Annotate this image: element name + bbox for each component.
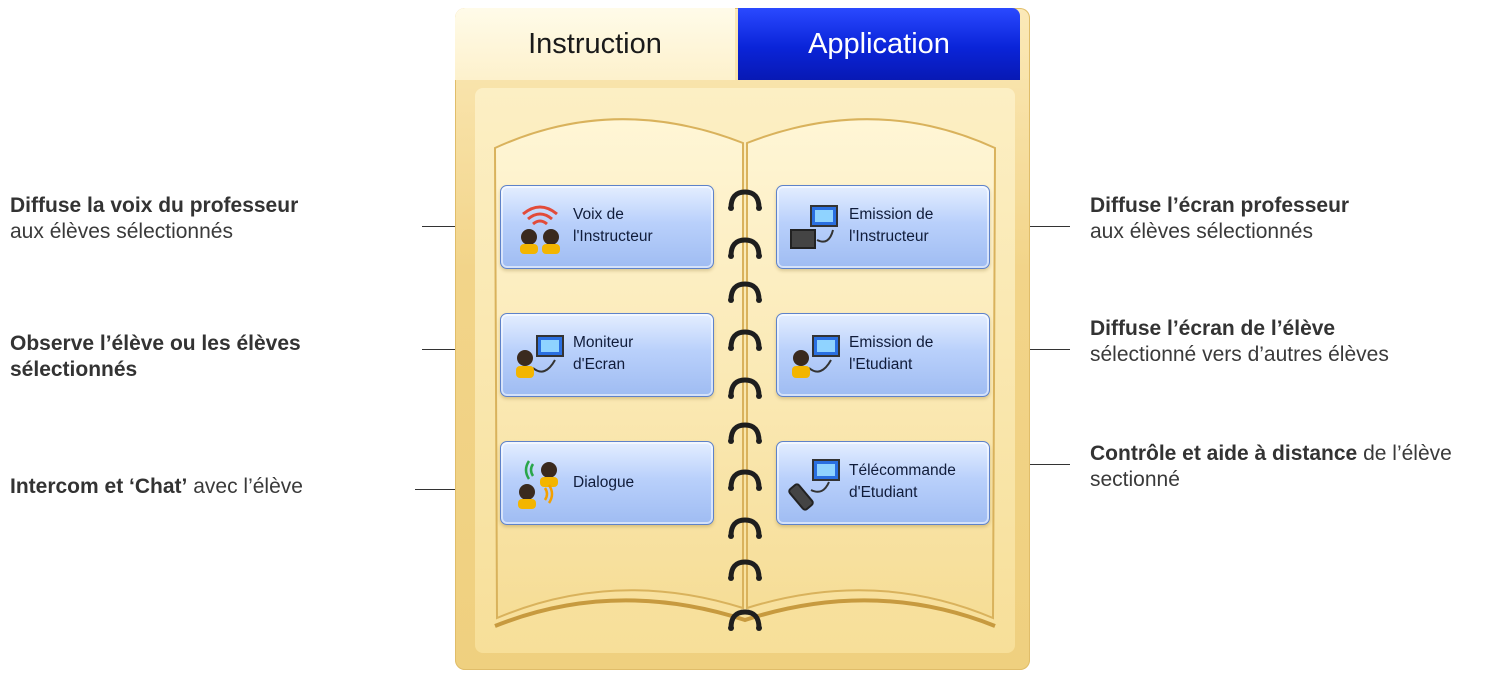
moniteur-ecran-button[interactable]: Moniteur d'Ecran	[500, 313, 714, 397]
student-screen-broadcast-icon	[792, 335, 840, 378]
note-screen-broadcast-title: Diffuse l’écran professeur	[1090, 194, 1350, 217]
note-voice-title: Diffuse la voix du professeur	[10, 194, 299, 217]
note-student-broadcast-desc: sélectionné vers d’autres élèves	[1090, 343, 1389, 366]
emission-etudiant-label: Emission de l'Etudiant	[849, 334, 934, 373]
note-voice-desc: aux élèves sélectionnés	[10, 220, 233, 243]
dialogue-icon	[518, 460, 558, 509]
telecommande-etudiant-label: Télécommande d'Etudiant	[849, 462, 956, 501]
note-dialogue-desc: avec l’élève	[187, 475, 303, 498]
dialogue-label: Dialogue	[573, 474, 635, 491]
telecommande-etudiant-button[interactable]: Télécommande d'Etudiant	[776, 441, 990, 525]
tab-application[interactable]: Application	[738, 8, 1020, 80]
note-monitor-title: Observe l’élève ou les élèves sélectionn…	[10, 332, 301, 381]
moniteur-ecran-label: Moniteur d'Ecran	[573, 334, 634, 373]
instruction-panel: Instruction Application Voix de l'Instru…	[455, 8, 1030, 670]
teacher-voice-icon	[520, 205, 560, 254]
spiral-ring	[725, 376, 765, 400]
spiral-ring	[725, 558, 765, 582]
emission-etudiant-button[interactable]: Emission de l'Etudiant	[776, 313, 990, 397]
note-monitor: Observe l’élève ou les élèves sélectionn…	[10, 331, 410, 383]
note-dialogue-title: Intercom et ‘Chat’	[10, 475, 188, 498]
spiral-ring	[725, 280, 765, 304]
emission-instructeur-button[interactable]: Emission de l'Instructeur	[776, 185, 990, 269]
note-remote-control-title: Contrôle et aide à distance	[1090, 442, 1358, 465]
spiral-ring	[725, 188, 765, 212]
note-voice: Diffuse la voix du professeur aux élèves…	[10, 193, 310, 245]
tab-instruction[interactable]: Instruction	[455, 8, 735, 80]
note-remote-control: Contrôle et aide à distance de l’élève s…	[1090, 441, 1470, 493]
teacher-screen-broadcast-icon	[790, 205, 838, 249]
note-screen-broadcast-desc: aux élèves sélectionnés	[1090, 220, 1313, 243]
spiral-ring	[725, 516, 765, 540]
note-student-broadcast-title: Diffuse l’écran de l’élève	[1090, 317, 1336, 340]
screen-monitor-icon	[516, 335, 564, 378]
emission-instructeur-label: Emission de l'Instructeur	[849, 206, 934, 245]
spiral-book: Voix de l'Instructeur Moniteur d'Ecran D…	[475, 88, 1015, 653]
note-dialogue: Intercom et ‘Chat’ avec l’élève	[10, 474, 410, 500]
voix-instructeur-button[interactable]: Voix de l'Instructeur	[500, 185, 714, 269]
remote-control-icon	[788, 459, 840, 511]
spiral-ring	[725, 236, 765, 260]
note-screen-broadcast: Diffuse l’écran professeur aux élèves sé…	[1090, 193, 1480, 245]
spiral-ring	[725, 608, 765, 632]
spiral-ring	[725, 328, 765, 352]
spiral-ring	[725, 421, 765, 445]
note-student-broadcast: Diffuse l’écran de l’élève sélectionné v…	[1090, 316, 1485, 368]
spiral-ring	[725, 468, 765, 492]
dialogue-button[interactable]: Dialogue	[500, 441, 714, 525]
voix-instructeur-label: Voix de l'Instructeur	[573, 206, 653, 245]
